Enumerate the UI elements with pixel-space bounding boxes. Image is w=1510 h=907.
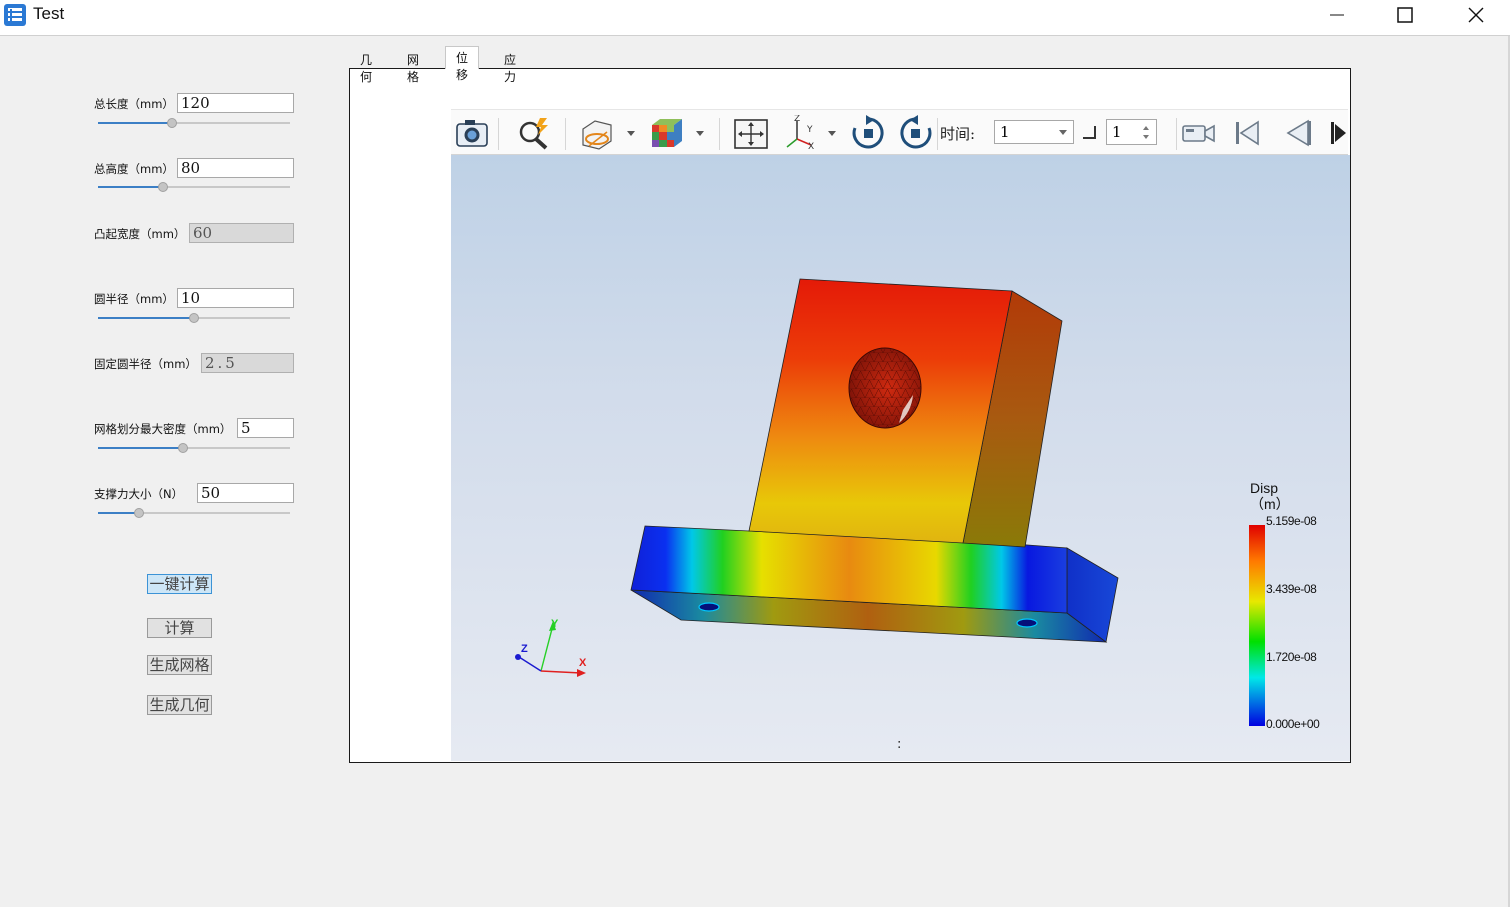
chevron-down-icon[interactable] [626,129,636,137]
maximize-icon [1397,7,1413,23]
svg-text:Y: Y [806,125,813,135]
displacement-model: Y X Z [515,278,1119,677]
close-button[interactable] [1441,0,1510,30]
param-label-circle-radius: 圆半径（mm） [94,292,174,306]
close-icon [1468,7,1484,23]
circle-radius-input[interactable]: 10 [177,288,294,308]
frame-spinbox[interactable]: 1 [1106,119,1157,145]
param-label-mesh-density: 网格划分最大密度（mm） [94,422,232,436]
rotate-cw-icon[interactable] [850,115,886,151]
total-height-slider[interactable] [98,182,290,192]
axes-icon[interactable]: ZYX [781,115,817,151]
total-length-input[interactable]: 120 [177,93,294,113]
param-label-support-force: 支撑力大小（N） [94,487,184,501]
clip-plane-icon[interactable] [579,115,615,151]
svg-text:X: X [808,142,814,151]
rotate-ccw-icon[interactable] [898,115,934,151]
viewer-toolbar: ZYX 时间: 1 1 [451,109,1348,155]
slider-thumb[interactable] [167,118,177,128]
chevron-down-icon[interactable] [695,129,705,137]
legend-tick-mid-high: 3.439e-08 [1266,582,1317,596]
generate-geometry-button[interactable]: 生成几何 [147,695,212,715]
fixed-circle-radius-input: 2.5 [201,353,294,373]
support-force-slider[interactable] [98,508,290,518]
camera-icon[interactable] [454,115,490,151]
slider-thumb[interactable] [178,443,188,453]
time-select[interactable]: 1 [994,120,1074,144]
param-label-boss-width: 凸起宽度（mm） [94,227,186,241]
zoom-icon[interactable] [516,115,552,151]
frame-spinbox-value: 1 [1112,123,1122,141]
chevron-down-icon [1059,130,1067,135]
chevron-down-icon[interactable] [827,129,837,137]
axis-y-label: Y [551,618,559,630]
time-label: 时间: [940,125,976,143]
window-title: Test [33,4,65,23]
legend-tick-min: 0.000e+00 [1266,717,1320,731]
param-label-total-length: 总长度（mm） [94,97,174,111]
title-bar: Test [0,0,1510,36]
boss-width-input: 60 [189,223,294,243]
frame-marker-icon [1083,126,1096,139]
one-click-compute-button[interactable]: 一键计算 [147,574,212,594]
legend-title-name: Disp [1250,480,1279,496]
tab-stress[interactable]: 应力 [494,49,526,84]
displacement-viewport[interactable]: Y X Z Disp （m） 5.159e-08 3.439e-08 1.720… [451,155,1350,761]
total-height-input[interactable]: 80 [177,158,294,178]
legend-title-unit: （m） [1250,496,1290,512]
prev-frame-icon[interactable] [1278,115,1314,151]
minimize-button[interactable] [1302,0,1372,30]
param-label-total-height: 总高度（mm） [94,162,174,176]
tab-displacement[interactable]: 位移 [445,46,480,82]
tab-mesh[interactable]: 网格 [397,49,429,84]
mesh-density-input[interactable]: 5 [237,418,294,438]
record-icon[interactable] [1180,115,1216,151]
circle-radius-slider[interactable] [98,313,290,323]
next-frame-icon[interactable] [1327,115,1348,151]
legend-title: Disp （m） [1250,480,1290,512]
color-cube-icon[interactable] [649,115,685,151]
first-frame-icon[interactable] [1229,115,1265,151]
tab-geometry[interactable]: 几何 [350,49,382,84]
spin-down-icon[interactable] [1143,135,1149,139]
generate-mesh-button[interactable]: 生成网格 [147,655,212,675]
support-force-input[interactable]: 50 [197,483,294,503]
param-label-fixed-circle-radius: 固定圆半径（mm） [94,357,197,371]
compute-button[interactable]: 计算 [147,618,212,638]
slider-thumb[interactable] [189,313,199,323]
spin-up-icon[interactable] [1143,126,1149,130]
total-length-slider[interactable] [98,118,290,128]
minimize-icon [1330,14,1344,16]
fit-view-icon[interactable] [733,115,769,151]
svg-text:Z: Z [794,115,800,124]
time-select-value: 1 [1000,123,1010,141]
viewport-status: : [897,737,902,752]
legend-color-bar [1249,525,1265,726]
legend-tick-mid-low: 1.720e-08 [1266,650,1317,664]
axis-x-label: X [579,657,587,669]
slider-thumb[interactable] [158,182,168,192]
legend-tick-max: 5.159e-08 [1266,514,1317,528]
slider-thumb[interactable] [134,508,144,518]
mesh-density-slider[interactable] [98,443,290,453]
axis-z-label: Z [521,643,528,655]
maximize-button[interactable] [1370,0,1440,30]
app-icon [4,4,26,26]
